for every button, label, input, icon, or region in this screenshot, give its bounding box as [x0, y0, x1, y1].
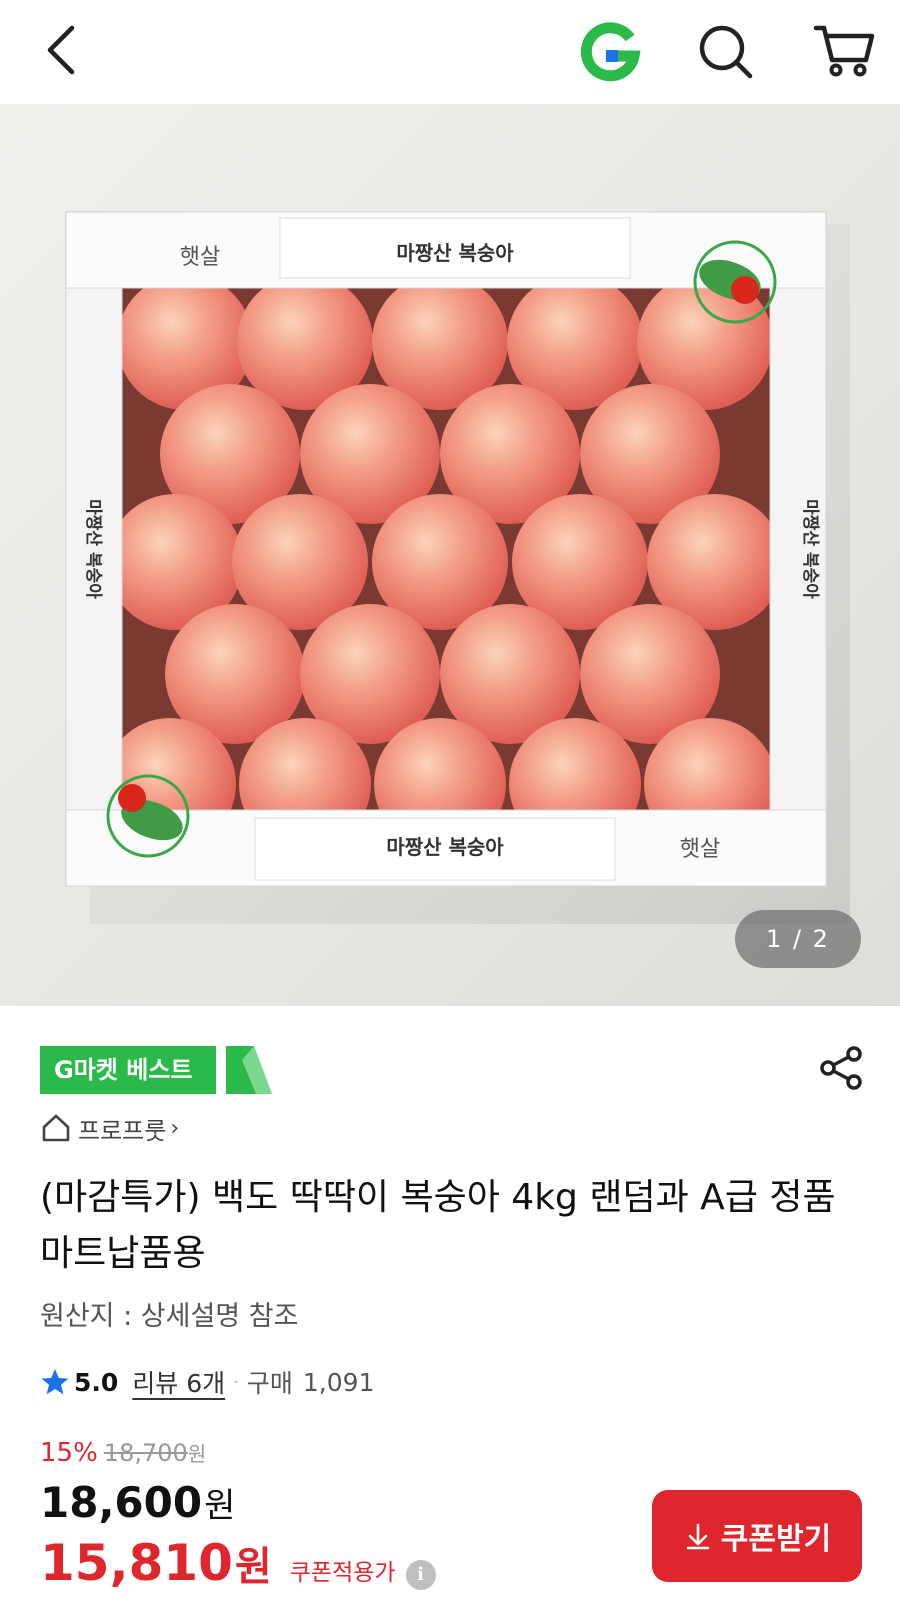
coupon-price-row: 15,810 원 쿠폰적용가 i: [40, 1534, 436, 1592]
product-image[interactable]: 마짱산 복숭아 햇살 마짱산 복숭아 햇살 마짱산 복숭아 마짱산 복숭아 1 …: [0, 104, 900, 1006]
discount-row: 15% 18,700 원: [40, 1438, 206, 1468]
share-icon: [820, 1046, 862, 1090]
box-side-label-right: 마짱산 복숭아: [800, 499, 820, 599]
box-label-bottom: 마짱산 복숭아: [386, 835, 504, 859]
search-icon: [699, 25, 753, 79]
get-coupon-button[interactable]: 쿠폰받기: [652, 1490, 862, 1582]
seller-link[interactable]: 프로프룻 ›: [40, 1108, 179, 1148]
sale-price: 18,600: [40, 1478, 203, 1527]
separator-dot: ·: [233, 1371, 239, 1393]
star-icon: [41, 1369, 69, 1395]
seller-name: 프로프룻: [78, 1116, 167, 1145]
chevron-right-icon: ›: [170, 1115, 180, 1141]
sale-row: 18,600 원: [40, 1478, 235, 1527]
product-origin: 원산지 : 상세설명 참조: [40, 1301, 299, 1332]
best-badge-label: G마켓 베스트: [40, 1046, 217, 1094]
download-arrow-icon: [686, 1523, 710, 1550]
get-coupon-label: 쿠폰받기: [720, 1522, 832, 1557]
info-icon[interactable]: i: [405, 1560, 436, 1590]
brand-script-bottom: 햇살: [680, 837, 720, 862]
top-bar: [0, 0, 900, 104]
brand-script-top: 햇살: [180, 245, 220, 270]
cart-icon: [813, 25, 875, 77]
product-title: (마감특가) 백도 딱딱이 복숭아 4kg 랜덤과 A급 정품 마트납품용: [40, 1177, 836, 1274]
review-link[interactable]: 리뷰 6개: [132, 1364, 225, 1400]
chevron-left-icon: [47, 25, 75, 75]
coupon-price-unit: 원: [234, 1544, 272, 1590]
rating-score: 5.0: [74, 1367, 119, 1397]
coupon-price-label: 쿠폰적용가: [289, 1560, 396, 1586]
coupon-price: 15,810: [40, 1534, 233, 1592]
back-button[interactable]: [36, 20, 96, 80]
search-button[interactable]: [694, 20, 758, 84]
box-label-top: 마짱산 복숭아: [396, 241, 514, 265]
cart-button[interactable]: [810, 16, 878, 84]
badge-ribbon-icon: [226, 1046, 272, 1094]
peach-box-photo: 마짱산 복숭아 햇살 마짱산 복숭아 햇살 마짱산 복숭아 마짱산 복숭아: [65, 211, 850, 924]
g-logo-icon: [580, 22, 641, 82]
original-price: 18,700: [103, 1439, 188, 1467]
original-price-unit: 원: [187, 1442, 207, 1466]
discount-rate: 15%: [40, 1438, 98, 1468]
gmarket-logo[interactable]: [578, 20, 642, 84]
rating-row: 5.0 리뷰 6개 · 구매 1,091: [40, 1362, 374, 1402]
image-counter: 1 / 2: [735, 910, 861, 968]
purchase-label: 구매: [246, 1369, 293, 1398]
share-button[interactable]: [818, 1044, 866, 1092]
purchase-count: 1,091: [302, 1367, 375, 1397]
home-icon: [42, 1114, 70, 1142]
sale-price-unit: 원: [204, 1486, 236, 1526]
box-side-label-left: 마짱산 복숭아: [83, 499, 103, 599]
